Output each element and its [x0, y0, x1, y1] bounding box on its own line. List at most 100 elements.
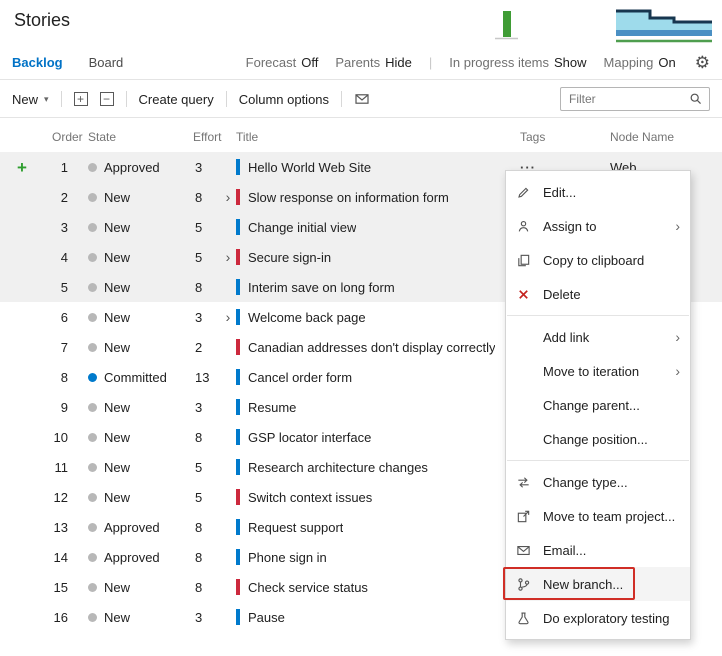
- title-cell[interactable]: Switch context issues: [220, 489, 520, 505]
- view-tab-bar: Backlog Board Forecast Off Parents Hide …: [0, 46, 722, 80]
- work-item-type-bar: [236, 189, 240, 205]
- state-cell: New: [68, 430, 188, 445]
- order-cell: 14: [53, 549, 68, 565]
- add-item-icon[interactable]: +: [17, 159, 27, 176]
- state-cell: New: [68, 340, 188, 355]
- title-cell[interactable]: Cancel order form: [220, 369, 520, 385]
- work-item-type-bar: [236, 459, 240, 475]
- email-icon: [516, 543, 534, 558]
- work-item-type-bar: [236, 489, 240, 505]
- expand-chevron-icon[interactable]: ›: [220, 189, 236, 205]
- title-cell[interactable]: Request support: [220, 519, 520, 535]
- title-cell[interactable]: Resume: [220, 399, 520, 415]
- work-item-type-bar: [236, 399, 240, 415]
- title-cell[interactable]: Hello World Web Site: [220, 159, 520, 175]
- title-cell[interactable]: › Secure sign-in: [220, 249, 520, 265]
- menu-item-email[interactable]: Email...: [506, 533, 690, 567]
- state-cell: New: [68, 460, 188, 475]
- command-bar: New ▾ + − Create query Column options: [0, 81, 722, 118]
- settings-gear-icon[interactable]: ⚙: [695, 54, 710, 71]
- order-cell: 7: [60, 339, 68, 355]
- tab-board[interactable]: Board: [89, 55, 124, 70]
- menu-item-move-to-team-project[interactable]: Move to team project...: [506, 499, 690, 533]
- effort-cell: 2: [195, 339, 203, 355]
- effort-cell: 5: [195, 489, 203, 505]
- order-cell: 13: [53, 519, 68, 535]
- email-query-icon[interactable]: [354, 91, 370, 107]
- work-item-type-bar: [236, 369, 240, 385]
- menu-item-add-link[interactable]: Add link ›: [506, 320, 690, 354]
- beaker-icon: [516, 611, 534, 626]
- order-cell: 12: [53, 489, 68, 505]
- state-dot-icon: [88, 402, 97, 412]
- column-header-title[interactable]: Title: [236, 130, 520, 144]
- column-header-effort[interactable]: Effort: [193, 130, 236, 144]
- effort-cell: 3: [195, 609, 203, 625]
- expand-chevron-icon[interactable]: ›: [220, 249, 236, 265]
- menu-item-change-position[interactable]: Change position...: [506, 422, 690, 456]
- filter-box: [560, 87, 710, 111]
- state-cell: New: [68, 250, 188, 265]
- title-cell[interactable]: Change initial view: [220, 219, 520, 235]
- effort-cell: 3: [195, 159, 203, 175]
- state-dot-icon: [88, 192, 97, 202]
- column-header-order[interactable]: Order: [52, 130, 88, 144]
- parents-toggle[interactable]: Parents Hide: [335, 55, 412, 70]
- menu-item-move-to-iteration[interactable]: Move to iteration ›: [506, 354, 690, 388]
- collapse-all-icon[interactable]: −: [99, 92, 114, 106]
- column-header-state[interactable]: State: [88, 130, 193, 144]
- title-cell[interactable]: Research architecture changes: [220, 459, 520, 475]
- state-dot-icon: [88, 612, 97, 622]
- menu-separator: [507, 460, 689, 461]
- filter-input[interactable]: [567, 91, 689, 107]
- toolbar-divider: [341, 91, 343, 107]
- menu-item-change-type[interactable]: Change type...: [506, 465, 690, 499]
- toggle-divider: |: [428, 55, 433, 70]
- order-cell: 11: [54, 459, 69, 475]
- forecast-toggle[interactable]: Forecast Off: [246, 55, 319, 70]
- column-header-node-name[interactable]: Node Name: [610, 130, 722, 144]
- effort-cell: 13: [195, 369, 210, 385]
- column-header-tags[interactable]: Tags: [520, 130, 610, 144]
- menu-item-change-parent[interactable]: Change parent...: [506, 388, 690, 422]
- title-cell[interactable]: Interim save on long form: [220, 279, 520, 295]
- menu-item-delete[interactable]: Delete: [506, 277, 690, 311]
- velocity-chart-thumbnail[interactable]: [493, 5, 520, 43]
- search-icon: [690, 93, 701, 104]
- column-options-button[interactable]: Column options: [239, 92, 329, 107]
- menu-item-assign-to[interactable]: Assign to ›: [506, 209, 690, 243]
- expand-chevron-icon[interactable]: ›: [220, 309, 236, 325]
- effort-cell: 8: [195, 279, 203, 295]
- title-cell[interactable]: Canadian addresses don't display correct…: [220, 339, 520, 355]
- cumulative-flow-chart-thumbnail[interactable]: [616, 3, 712, 45]
- effort-cell: 8: [195, 189, 203, 205]
- create-query-button[interactable]: Create query: [139, 92, 214, 107]
- menu-item-new-branch[interactable]: New branch...: [503, 567, 690, 601]
- state-dot-icon: [88, 312, 97, 322]
- state-dot-icon: [88, 222, 97, 232]
- title-cell[interactable]: Phone sign in: [220, 549, 520, 565]
- title-cell[interactable]: GSP locator interface: [220, 429, 520, 445]
- state-cell: Approved: [68, 550, 188, 565]
- new-button[interactable]: New ▾: [12, 92, 49, 107]
- effort-cell: 8: [195, 579, 203, 595]
- order-cell: 10: [53, 429, 68, 445]
- work-item-type-bar: [236, 549, 240, 565]
- expand-all-icon[interactable]: +: [73, 92, 88, 106]
- toolbar-divider: [225, 91, 227, 107]
- mapping-toggle[interactable]: Mapping On: [604, 55, 676, 70]
- add-cell: +: [0, 159, 44, 176]
- submenu-chevron-icon: ›: [675, 329, 680, 345]
- title-cell[interactable]: › Slow response on information form: [220, 189, 520, 205]
- state-dot-icon: [88, 162, 97, 172]
- menu-item-copy-to-clipboard[interactable]: Copy to clipboard: [506, 243, 690, 277]
- in-progress-items-toggle[interactable]: In progress items Show: [449, 55, 586, 70]
- title-cell[interactable]: Pause: [220, 609, 520, 625]
- title-cell[interactable]: › Welcome back page: [220, 309, 520, 325]
- menu-item-edit[interactable]: Edit...: [506, 175, 690, 209]
- state-cell: New: [68, 490, 188, 505]
- copy-icon: [516, 253, 534, 268]
- tab-backlog[interactable]: Backlog: [12, 55, 63, 70]
- title-cell[interactable]: Check service status: [220, 579, 520, 595]
- menu-item-do-exploratory-testing[interactable]: Do exploratory testing: [506, 601, 690, 635]
